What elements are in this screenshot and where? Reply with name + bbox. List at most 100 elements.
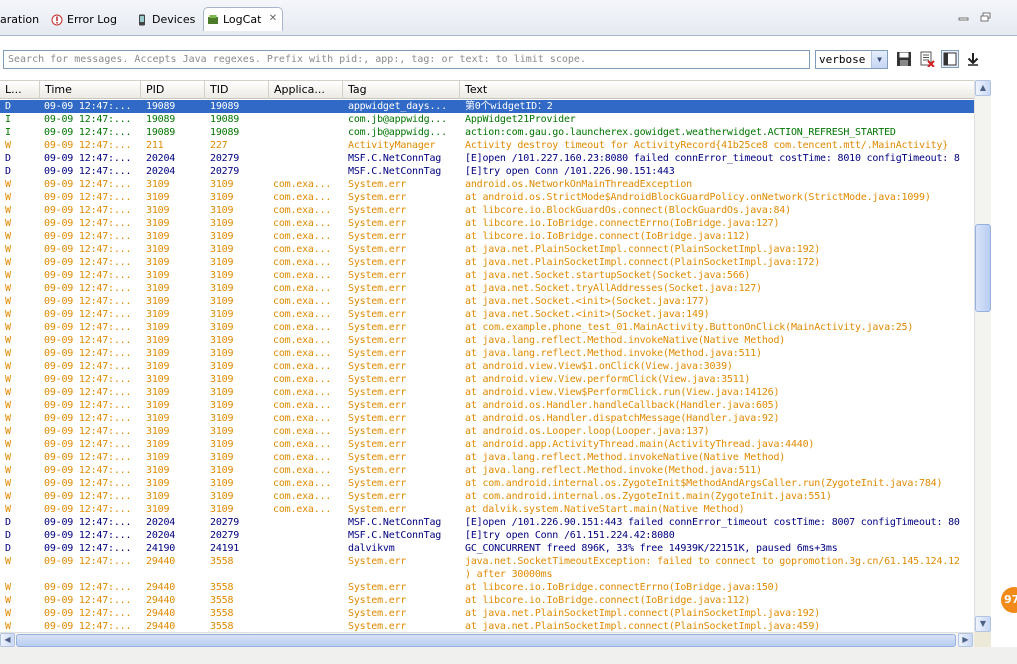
vertical-scrollbar[interactable]: ▲ ▼ [974,80,991,632]
table-row[interactable]: W 09-09 12:47:... 29440 3558 System.err at li… [0,594,974,607]
table-row[interactable]: I 09-09 12:47:... 19089 19089 com.jb@appwidg… [0,126,974,139]
table-row[interactable]: W 09-09 12:47:... 3109 3109 com.exa... System… [0,321,974,334]
column-level[interactable]: L... [0,81,40,99]
table-row[interactable]: W 09-09 12:47:... 3109 3109 com.exa... System… [0,490,974,503]
table-row[interactable]: D 09-09 12:47:... 24190 24191 dalvikvm GC_CON… [0,542,974,555]
table-row[interactable]: W 09-09 12:47:... 3109 3109 com.exa... System… [0,347,974,360]
maximize-icon[interactable] [980,12,992,22]
cell-pid: 3109 [146,361,170,372]
table-row[interactable]: D 09-09 12:47:... 20204 20279 MSF.C.NetConnT… [0,152,974,165]
cell-tag: System.err [348,244,407,255]
tab-label: Error Log [67,13,117,26]
cell-pid: 3109 [146,374,170,385]
tab-logcat[interactable]: LogCat ✕ [203,7,284,31]
cell-tag: System.err [348,582,407,593]
search-input[interactable] [3,50,810,69]
table-row[interactable]: W 09-09 12:47:... 3109 3109 com.exa... System… [0,269,974,282]
cell-time: 09-09 12:47:... [44,231,132,242]
table-row[interactable]: W 09-09 12:47:... 211 227 ActivityManager Act… [0,139,974,152]
chevron-down-icon[interactable]: ▼ [871,51,887,68]
cell-tag: System.err [348,439,407,450]
table-row[interactable]: W 09-09 12:47:... 29440 3558 System.err at ja… [0,620,974,632]
log-level-select[interactable]: verbose ▼ [815,50,888,69]
table-row[interactable]: W 09-09 12:47:... 3109 3109 com.exa... System… [0,477,974,490]
cell-text: at java.net.PlainSocketImpl.connect(Plai… [465,621,821,632]
table-row[interactable]: W 09-09 12:47:... 29440 3558 System.err java.… [0,555,974,568]
cell-application: com.exa... [273,452,332,463]
table-row[interactable]: W 09-09 12:47:... 3109 3109 com.exa... System… [0,438,974,451]
tab-aration[interactable]: aration [0,9,39,30]
save-icon[interactable] [895,50,913,68]
table-row[interactable]: W 09-09 12:47:... 3109 3109 com.exa... System… [0,399,974,412]
table-row[interactable]: W 09-09 12:47:... 3109 3109 com.exa... System… [0,425,974,438]
cell-text: [E]try open Conn /61.151.224.42:8080 [465,530,675,541]
clear-log-icon[interactable] [918,50,936,68]
vertical-scroll-thumb[interactable] [975,224,991,312]
cell-time: 09-09 12:47:... [44,504,132,515]
table-row[interactable]: W 09-09 12:47:... 3109 3109 com.exa... System… [0,295,974,308]
horizontal-scroll-thumb[interactable] [16,634,956,647]
cell-time: 09-09 12:47:... [44,153,132,164]
table-row[interactable]: W 09-09 12:47:... 3109 3109 com.exa... System… [0,503,974,516]
scroll-lock-icon[interactable] [964,50,982,68]
cell-level: W [5,595,11,606]
cell-pid: 19089 [146,114,176,125]
table-row[interactable]: W 09-09 12:47:... 3109 3109 com.exa... System… [0,334,974,347]
table-row[interactable]: W 09-09 12:47:... 3109 3109 com.exa... System… [0,217,974,230]
table-row[interactable]: W 09-09 12:47:... 3109 3109 com.exa... System… [0,464,974,477]
table-row[interactable]: W 09-09 12:47:... 3109 3109 com.exa... System… [0,230,974,243]
scroll-up-icon[interactable]: ▲ [975,80,991,96]
table-row[interactable]: W 09-09 12:47:... 3109 3109 com.exa... System… [0,386,974,399]
cell-pid: 3109 [146,192,170,203]
cell-application: com.exa... [273,374,332,385]
table-row[interactable]: W 09-09 12:47:... 3109 3109 com.exa... System… [0,308,974,321]
cell-text: [E]open /101.227.160.23:8080 failed conn… [465,153,960,164]
cell-time: 09-09 12:47:... [44,439,132,450]
cell-time: 09-09 12:47:... [44,244,132,255]
cell-tag: System.err [348,478,407,489]
column-tag[interactable]: Tag [343,81,460,99]
column-tid[interactable]: TID [205,81,269,99]
column-pid[interactable]: PID [141,81,205,99]
table-row[interactable]: W 09-09 12:47:... 3109 3109 com.exa... System… [0,178,974,191]
table-row[interactable]: W 09-09 12:47:... 3109 3109 com.exa... System… [0,256,974,269]
cell-pid: 3109 [146,504,170,515]
minimize-icon[interactable] [958,12,970,22]
table-row[interactable]: W 09-09 12:47:... 29440 3558 System.err at ja… [0,607,974,620]
cell-tag: appwidget_days... [348,101,447,112]
close-icon[interactable]: ✕ [267,14,278,25]
scroll-left-icon[interactable]: ◀ [0,633,15,647]
table-row-selected[interactable]: D 09-09 12:47:... 19089 19089 appwidget_days… [0,100,974,113]
column-application[interactable]: Applica... [269,81,343,99]
scroll-down-icon[interactable]: ▼ [975,616,991,632]
table-row[interactable]: W 09-09 12:47:... 3109 3109 com.exa... System… [0,191,974,204]
table-row[interactable]: W 09-09 12:47:... 3109 3109 com.exa... System… [0,243,974,256]
horizontal-scrollbar[interactable]: ◀ ▶ [0,632,974,647]
table-row[interactable]: W 09-09 12:47:... 3109 3109 com.exa... System… [0,204,974,217]
cell-text: [E]open /101.226.90.151:443 failed connE… [465,517,960,528]
cell-pid: 3109 [146,348,170,359]
column-text[interactable]: Text [460,81,974,99]
table-row[interactable]: I 09-09 12:47:... 19089 19089 com.jb@appwidg… [0,113,974,126]
table-row[interactable]: W 09-09 12:47:... 3109 3109 com.exa... System… [0,412,974,425]
tab-error-log[interactable]: Error Log [51,9,117,30]
table-row[interactable]: W 09-09 12:47:... 29440 3558 System.err at li… [0,581,974,594]
table-row[interactable]: W 09-09 12:47:... 3109 3109 com.exa... System… [0,282,974,295]
cell-tag: System.err [348,400,407,411]
column-time[interactable]: Time [40,81,141,99]
table-row[interactable]: W 09-09 12:47:... 3109 3109 com.exa... System… [0,451,974,464]
table-row[interactable]: D 09-09 12:47:... 20204 20279 MSF.C.NetConnT… [0,529,974,542]
table-row[interactable]: ) after 30000ms [0,568,974,581]
tab-devices[interactable]: Devices [136,9,195,30]
tab-label: Devices [152,13,196,26]
cell-level: W [5,140,11,151]
cell-tid: 3109 [210,374,234,385]
table-row[interactable]: W 09-09 12:47:... 3109 3109 com.exa... System… [0,360,974,373]
toggle-filters-icon[interactable] [941,50,959,68]
table-row[interactable]: W 09-09 12:47:... 3109 3109 com.exa... System… [0,373,974,386]
scroll-right-icon[interactable]: ▶ [958,633,973,647]
table-row[interactable]: D 09-09 12:47:... 20204 20279 MSF.C.NetConnT… [0,516,974,529]
table-row[interactable]: D 09-09 12:47:... 20204 20279 MSF.C.NetConnT… [0,165,974,178]
cell-application: com.exa... [273,283,332,294]
cell-application: com.exa... [273,478,332,489]
